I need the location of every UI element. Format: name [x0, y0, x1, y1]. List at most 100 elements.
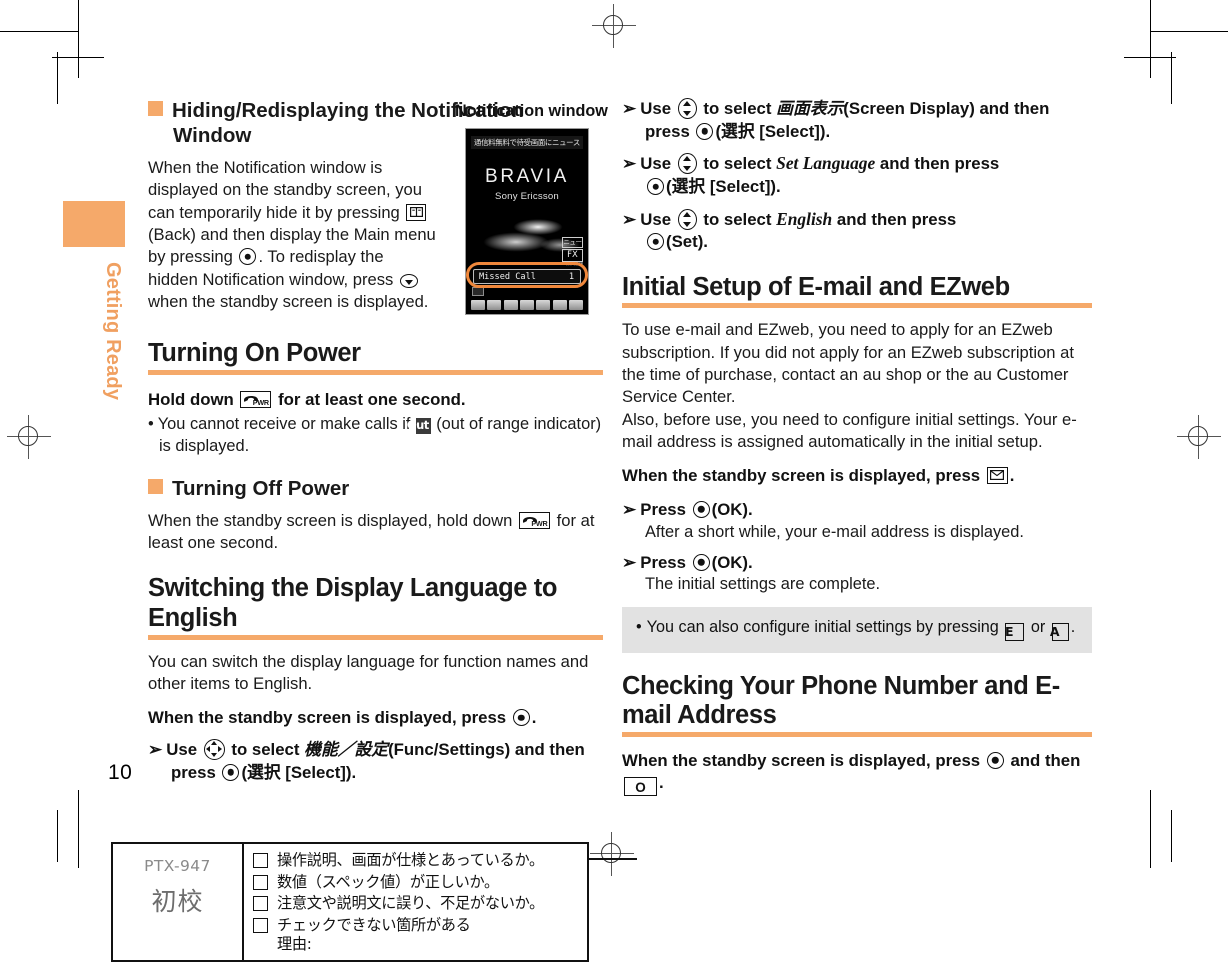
center-key-icon: [692, 500, 710, 518]
bold-part-2: for at least one second.: [278, 389, 466, 409]
crop-mark-line: [0, 31, 78, 32]
step-select-set-language: ➢ Use to select Set Language and then pre…: [622, 152, 1092, 198]
crop-mark-line: [1150, 790, 1151, 868]
center-key-icon: [512, 709, 530, 727]
up-down-key-icon: [677, 98, 697, 119]
zero-key-icon: O: [624, 777, 657, 797]
power-key-label: PWR: [531, 519, 548, 529]
phone-stock-label: 株価速報: [565, 262, 583, 267]
phone-widget-news: ニュース: [562, 237, 583, 248]
step-part-2: to select: [703, 99, 772, 118]
note-part-1: You can also configure initial settings …: [646, 618, 999, 637]
paragraph-turning-off-power: When the standby screen is displayed, ho…: [148, 510, 603, 555]
out-of-range-icon: Out: [406, 417, 431, 435]
four-way-key-icon: [203, 738, 225, 760]
ezweb-key-icon: E: [1005, 622, 1025, 641]
phone-notification-label: Missed Call: [479, 272, 536, 282]
proof-code: PTX-947: [144, 857, 211, 875]
phone-maker-name: Sony Ericsson: [495, 191, 559, 202]
registration-mark-footer: [590, 832, 634, 876]
checkbox[interactable]: [253, 853, 268, 868]
power-key-icon: PWR: [518, 511, 550, 529]
check-label: 操作説明、画面が仕様とあっているか。: [277, 851, 544, 869]
registration-circle: [18, 426, 38, 446]
bold-standby-press-center: When the standby screen is displayed, pr…: [148, 707, 603, 730]
paragraph-switch-language: You can switch the display language for …: [148, 651, 589, 693]
bold-part-1: When the standby screen is displayed, pr…: [148, 708, 507, 728]
power-key-icon: PWR: [240, 390, 272, 408]
table-row[interactable]: 注意文や説明文に誤り、不足がないか。: [253, 894, 587, 913]
heading-square-icon: [148, 101, 163, 116]
back-key-icon: [406, 203, 427, 221]
step-japanese-term: 機能／設定: [304, 739, 389, 759]
note-list: You can also configure initial settings …: [636, 617, 1078, 641]
arrow-bullet-icon: ➢: [622, 552, 637, 572]
up-down-key-icon: [677, 153, 697, 175]
step-select-screen-display: ➢ Use to select 画面表示(Screen Display) and …: [622, 98, 1092, 143]
bold-part-2: and then: [1010, 750, 1081, 770]
tray-icon-ms: [552, 300, 567, 310]
checkbox[interactable]: [253, 917, 268, 933]
step-press-ok-first: ➢ Press (OK).: [622, 499, 1092, 522]
checkbox[interactable]: [253, 874, 268, 890]
paragraph-part-4: when the standby screen is displayed.: [148, 291, 429, 311]
step-part-4: (選択 [Select]).: [666, 177, 781, 197]
arrow-bullet-icon: ➢: [622, 209, 637, 229]
registration-mark-top: [592, 4, 636, 48]
paragraph-part-1: When the Notification window is displaye…: [148, 158, 422, 222]
step-part-1: Use: [640, 154, 672, 174]
center-key-icon: [647, 178, 664, 196]
step-press-ok-second: ➢ Press (OK).: [622, 552, 1092, 575]
heading-switching-display-language: Switching the Display Language to Englis…: [148, 574, 603, 640]
step-part-4: (Set).: [666, 232, 708, 252]
step-part-2: to select: [231, 739, 300, 759]
center-key-icon: [696, 122, 714, 140]
step-note-email-displayed: After a short while, your e-mail address…: [645, 522, 1024, 541]
phone-tray-indicator: [472, 287, 484, 296]
crop-mark-line: [1171, 52, 1172, 104]
registration-mark-right: [1177, 415, 1221, 459]
registration-circle: [601, 843, 621, 863]
bold-part-1: When the standby screen is displayed, pr…: [622, 466, 981, 486]
registration-circle: [603, 15, 623, 35]
step-japanese-term: 画面表示: [776, 99, 844, 118]
crop-mark-line: [1150, 0, 1151, 78]
step-part-1: Press: [640, 552, 686, 572]
bullet-list-out-of-range: You cannot receive or make calls if Out …: [148, 414, 603, 457]
crop-mark-line: [1124, 57, 1176, 58]
step-note-settings-complete: The initial settings are complete.: [645, 575, 881, 594]
paragraph-ezweb-subscription: To use e-mail and EZweb, you need to app…: [622, 320, 1074, 407]
phone-brand-logo: BRAVIA: [485, 166, 569, 187]
crop-mark-line: [78, 0, 79, 78]
phone-notification-count: 1: [568, 272, 574, 282]
phone-news-ticker: 通信料無料で待受画面にニュース: [471, 136, 583, 149]
crop-mark-line: [57, 52, 58, 104]
table-row[interactable]: チェックできない箇所がある 理由:: [253, 916, 587, 954]
bold-standby-press-center-zero: When the standby screen is displayed, pr…: [622, 750, 1092, 797]
registration-mark-left: [7, 415, 51, 459]
proof-stage: 初校: [151, 887, 204, 916]
bold-part-2: .: [1009, 466, 1015, 486]
step-menu-item-name: English: [776, 208, 833, 229]
right-column: ➢ Use to select 画面表示(Screen Display) and …: [622, 98, 1092, 797]
checkbox[interactable]: [253, 896, 268, 912]
center-key-icon: [692, 553, 710, 571]
proof-check-list: 操作説明、画面が仕様とあっているか。 数値（スペック値）が正しいか。 注意文や説…: [244, 844, 587, 960]
note-box-initial-settings: You can also configure initial settings …: [622, 607, 1092, 653]
table-row[interactable]: 数値（スペック値）が正しいか。: [253, 873, 587, 892]
list-item: You cannot receive or make calls if Out …: [148, 414, 603, 457]
check-label: 数値（スペック値）が正しいか。: [277, 872, 499, 891]
step-menu-item-name: Set Language: [776, 153, 876, 174]
crop-mark-line: [1171, 810, 1172, 862]
mail-key-icon: [986, 467, 1008, 485]
crop-mark-line: [57, 810, 58, 862]
step-part-3: and then press: [879, 154, 1000, 174]
figure-caption: Notification window: [455, 102, 608, 120]
down-key-icon: [399, 273, 418, 288]
bold-standby-press-mail: When the standby screen is displayed, pr…: [622, 465, 1092, 488]
arrow-bullet-icon: ➢: [148, 739, 163, 759]
step-select-func-settings: ➢ Use to select 機能／設定(Func/Settings) and …: [148, 738, 603, 784]
table-row[interactable]: 操作説明、画面が仕様とあっているか。: [253, 851, 587, 870]
tray-icon-tool: [536, 300, 551, 310]
tray-icon-person: [569, 300, 584, 310]
